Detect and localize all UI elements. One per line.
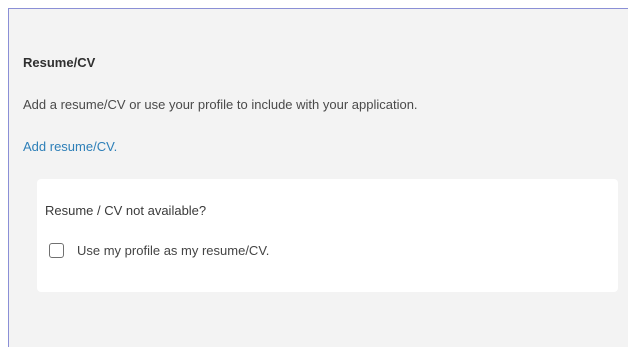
card-heading: Resume / CV not available? (45, 203, 207, 218)
use-profile-checkbox-row[interactable]: Use my profile as my resume/CV. (49, 243, 269, 258)
resume-cv-panel: Resume/CV Add a resume/CV or use your pr… (8, 8, 628, 347)
section-description: Add a resume/CV or use your profile to i… (23, 97, 418, 112)
resume-not-available-card: Resume / CV not available? Use my profil… (37, 179, 618, 292)
use-profile-checkbox-label[interactable]: Use my profile as my resume/CV. (77, 243, 269, 258)
section-title: Resume/CV (23, 55, 96, 70)
add-resume-link[interactable]: Add resume/CV. (23, 139, 117, 154)
use-profile-checkbox[interactable] (49, 243, 64, 258)
